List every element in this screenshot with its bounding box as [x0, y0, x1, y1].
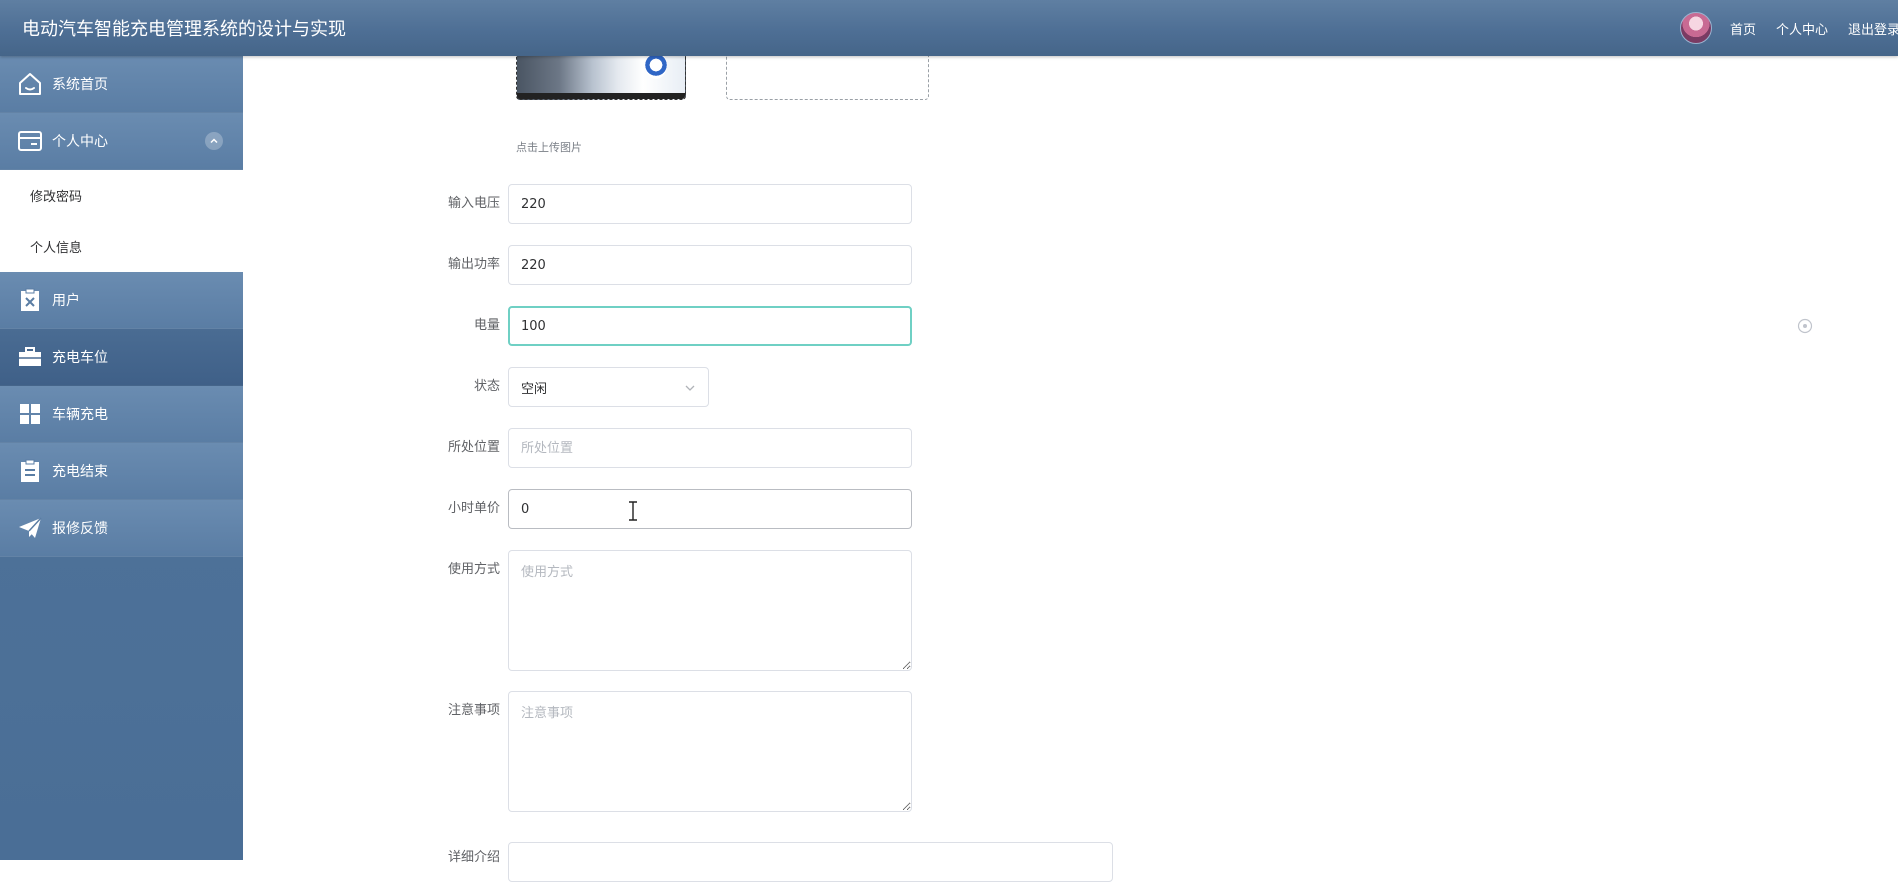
sidebar-item-vehicle-charging[interactable]: 车辆充电 — [0, 386, 243, 443]
clipboard-x-icon — [16, 286, 44, 314]
form-row-details: 详细介绍 — [243, 842, 1113, 882]
hourly-price-label: 小时单价 — [447, 501, 500, 516]
location-label: 所处位置 — [447, 440, 500, 455]
charge-level-input[interactable] — [508, 306, 912, 346]
sidebar-subitem-change-password[interactable]: 修改密码 — [0, 170, 243, 221]
sidebar-item-users[interactable]: 用户 — [0, 272, 243, 329]
circle-clear-icon[interactable] — [1797, 318, 1813, 338]
location-input[interactable] — [508, 428, 912, 468]
briefcase-icon — [16, 343, 44, 371]
status-selected-value: 空闲 — [521, 381, 548, 397]
usage-textarea[interactable] — [508, 550, 912, 671]
app-title: 电动汽车智能充电管理系统的设计与实现 — [22, 19, 346, 40]
form-row-input-voltage: 输入电压 — [243, 184, 912, 224]
sidebar-item-label: 报修反馈 — [52, 521, 108, 537]
sidebar-item-label: 用户 — [52, 293, 80, 309]
charge-level-label: 电量 — [473, 318, 500, 333]
input-voltage-input[interactable] — [508, 184, 912, 224]
hourly-price-input[interactable] — [508, 489, 912, 529]
output-power-input[interactable] — [508, 245, 912, 285]
sidebar-item-label: 充电结束 — [52, 464, 108, 480]
sidebar-item-label: 车辆充电 — [52, 407, 108, 423]
output-power-label: 输出功率 — [447, 257, 500, 272]
form-row-usage: 使用方式 — [243, 550, 912, 671]
form-row-location: 所处位置 — [243, 428, 912, 468]
sidebar-item-label: 个人中心 — [52, 134, 108, 150]
form-row-hourly-price: 小时单价 — [243, 489, 912, 529]
status-select[interactable]: 空闲 — [508, 367, 709, 407]
wallet-icon — [16, 127, 44, 155]
details-label: 详细介绍 — [447, 850, 500, 865]
details-editor[interactable] — [508, 842, 1113, 882]
clipboard-icon — [16, 457, 44, 485]
form-row-output-power: 输出功率 — [243, 245, 912, 285]
sidebar-subitem-personal-info[interactable]: 个人信息 — [0, 221, 243, 272]
form-row-notes: 注意事项 — [243, 691, 912, 812]
sidebar-item-repair-feedback[interactable]: 报修反馈 — [0, 500, 243, 557]
sidebar-item-label: 充电车位 — [52, 350, 108, 366]
image-caption-strip — [517, 93, 685, 99]
usage-label: 使用方式 — [447, 562, 500, 577]
paper-plane-icon — [16, 514, 44, 542]
upload-hint: 点击上传图片 — [516, 141, 582, 154]
main-content: 点击上传图片 输入电压 输出功率 电量 状态 空闲 所处位置 小时单价 使用方式… — [243, 46, 1898, 882]
chevron-down-icon — [684, 382, 696, 398]
grid-icon — [16, 400, 44, 428]
sidebar-item-system-home[interactable]: 系统首页 — [0, 56, 243, 113]
sidebar-item-label: 系统首页 — [52, 77, 108, 93]
notes-textarea[interactable] — [508, 691, 912, 812]
sidebar-item-charging-spots[interactable]: 充电车位 — [0, 329, 243, 386]
nav-profile-link[interactable]: 个人中心 — [1776, 19, 1828, 38]
notes-label: 注意事项 — [447, 703, 500, 718]
home-icon — [16, 70, 44, 98]
status-label: 状态 — [473, 379, 500, 394]
sidebar: 系统首页 个人中心 修改密码 个人信息 用户 充电车位 车辆充电 充电结束 报修… — [0, 56, 243, 860]
nav-home-link[interactable]: 首页 — [1730, 19, 1756, 38]
header-actions: 首页 个人中心 退出登录 — [1679, 12, 1898, 44]
input-voltage-label: 输入电压 — [447, 196, 500, 211]
avatar[interactable] — [1679, 12, 1712, 44]
sidebar-item-personal-center[interactable]: 个人中心 — [0, 113, 243, 170]
form-row-status: 状态 空闲 — [243, 367, 709, 407]
sidebar-item-charging-end[interactable]: 充电结束 — [0, 443, 243, 500]
text-cursor-icon — [627, 501, 639, 525]
submenu-personal-center: 修改密码 个人信息 — [0, 170, 243, 272]
chevron-up-icon[interactable] — [205, 132, 223, 150]
logout-link[interactable]: 退出登录 — [1848, 19, 1898, 38]
form-row-charge-level: 电量 — [243, 306, 912, 346]
top-header: 电动汽车智能充电管理系统的设计与实现 首页 个人中心 退出登录 — [0, 0, 1898, 56]
